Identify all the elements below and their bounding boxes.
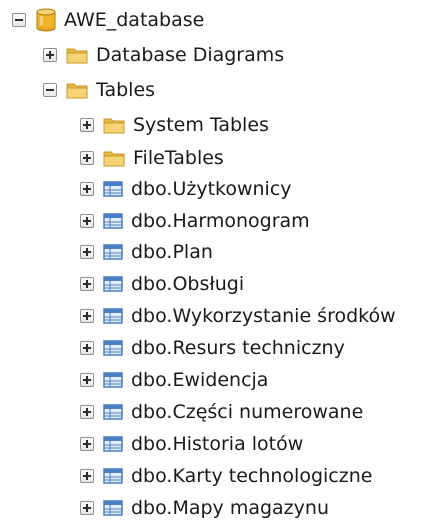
table-icon <box>103 436 123 452</box>
table-label: dbo.Harmonogram <box>131 210 310 232</box>
tree-node-tables[interactable]: Tables <box>43 75 155 105</box>
tree-node-table[interactable]: dbo.Obsługi <box>80 269 244 299</box>
expand-toggle[interactable] <box>80 469 94 483</box>
expand-toggle[interactable] <box>80 309 94 323</box>
filetables-label: FileTables <box>133 147 224 169</box>
expand-toggle[interactable] <box>80 182 94 196</box>
tree-node-database[interactable]: AWE_database <box>12 5 204 35</box>
table-label: dbo.Mapy magazynu <box>131 497 329 519</box>
table-label: dbo.Wykorzystanie środków <box>131 305 396 327</box>
expand-toggle[interactable] <box>80 341 94 355</box>
table-icon <box>103 500 123 516</box>
tree-node-table[interactable]: dbo.Karty technologiczne <box>80 461 372 491</box>
expand-toggle[interactable] <box>80 373 94 387</box>
table-icon <box>103 244 123 260</box>
tree-node-table[interactable]: dbo.Plan <box>80 237 213 267</box>
collapse-toggle[interactable] <box>43 83 57 97</box>
table-label: dbo.Karty technologiczne <box>131 465 373 487</box>
object-explorer-tree: AWE_database Database Diagrams Tables Sy… <box>0 0 437 531</box>
database-diagrams-label: Database Diagrams <box>96 44 285 66</box>
system-tables-label: System Tables <box>133 114 269 136</box>
table-label: dbo.Resurs techniczny <box>131 337 345 359</box>
tree-node-table[interactable]: dbo.Harmonogram <box>80 206 310 236</box>
table-icon <box>103 372 123 388</box>
tree-node-table[interactable]: dbo.Użytkownicy <box>80 174 292 204</box>
expand-toggle[interactable] <box>80 245 94 259</box>
database-cylinder-icon <box>36 8 56 32</box>
expand-toggle[interactable] <box>43 48 57 62</box>
tree-node-table[interactable]: dbo.Mapy magazynu <box>80 493 329 523</box>
table-label: dbo.Użytkownicy <box>131 178 292 200</box>
table-icon <box>103 340 123 356</box>
folder-icon <box>66 81 88 99</box>
table-icon <box>103 276 123 292</box>
tree-node-table[interactable]: dbo.Części numerowane <box>80 397 363 427</box>
expand-toggle[interactable] <box>80 405 94 419</box>
table-label: dbo.Historia lotów <box>131 433 304 455</box>
table-label: dbo.Ewidencja <box>131 369 269 391</box>
expand-toggle[interactable] <box>80 277 94 291</box>
folder-icon <box>103 149 125 167</box>
expand-toggle[interactable] <box>80 214 94 228</box>
tree-node-table[interactable]: dbo.Historia lotów <box>80 429 303 459</box>
tree-node-database-diagrams[interactable]: Database Diagrams <box>43 40 284 70</box>
table-label: dbo.Obsługi <box>131 273 245 295</box>
table-icon <box>103 213 123 229</box>
table-label: dbo.Plan <box>131 241 213 263</box>
expand-toggle[interactable] <box>80 501 94 515</box>
tree-node-table[interactable]: dbo.Ewidencja <box>80 365 268 395</box>
folder-icon <box>66 46 88 64</box>
expand-toggle[interactable] <box>80 437 94 451</box>
expand-toggle[interactable] <box>80 151 94 165</box>
tree-node-table[interactable]: dbo.Resurs techniczny <box>80 333 345 363</box>
collapse-toggle[interactable] <box>12 13 26 27</box>
tables-label: Tables <box>96 79 156 101</box>
tree-node-filetables[interactable]: FileTables <box>80 143 224 173</box>
table-icon <box>103 468 123 484</box>
table-label: dbo.Części numerowane <box>131 401 364 423</box>
database-label: AWE_database <box>64 9 205 31</box>
table-icon <box>103 181 123 197</box>
tree-node-table[interactable]: dbo.Wykorzystanie środków <box>80 301 396 331</box>
table-icon <box>103 404 123 420</box>
tree-node-system-tables[interactable]: System Tables <box>80 110 269 140</box>
expand-toggle[interactable] <box>80 118 94 132</box>
folder-icon <box>103 116 125 134</box>
table-icon <box>103 308 123 324</box>
